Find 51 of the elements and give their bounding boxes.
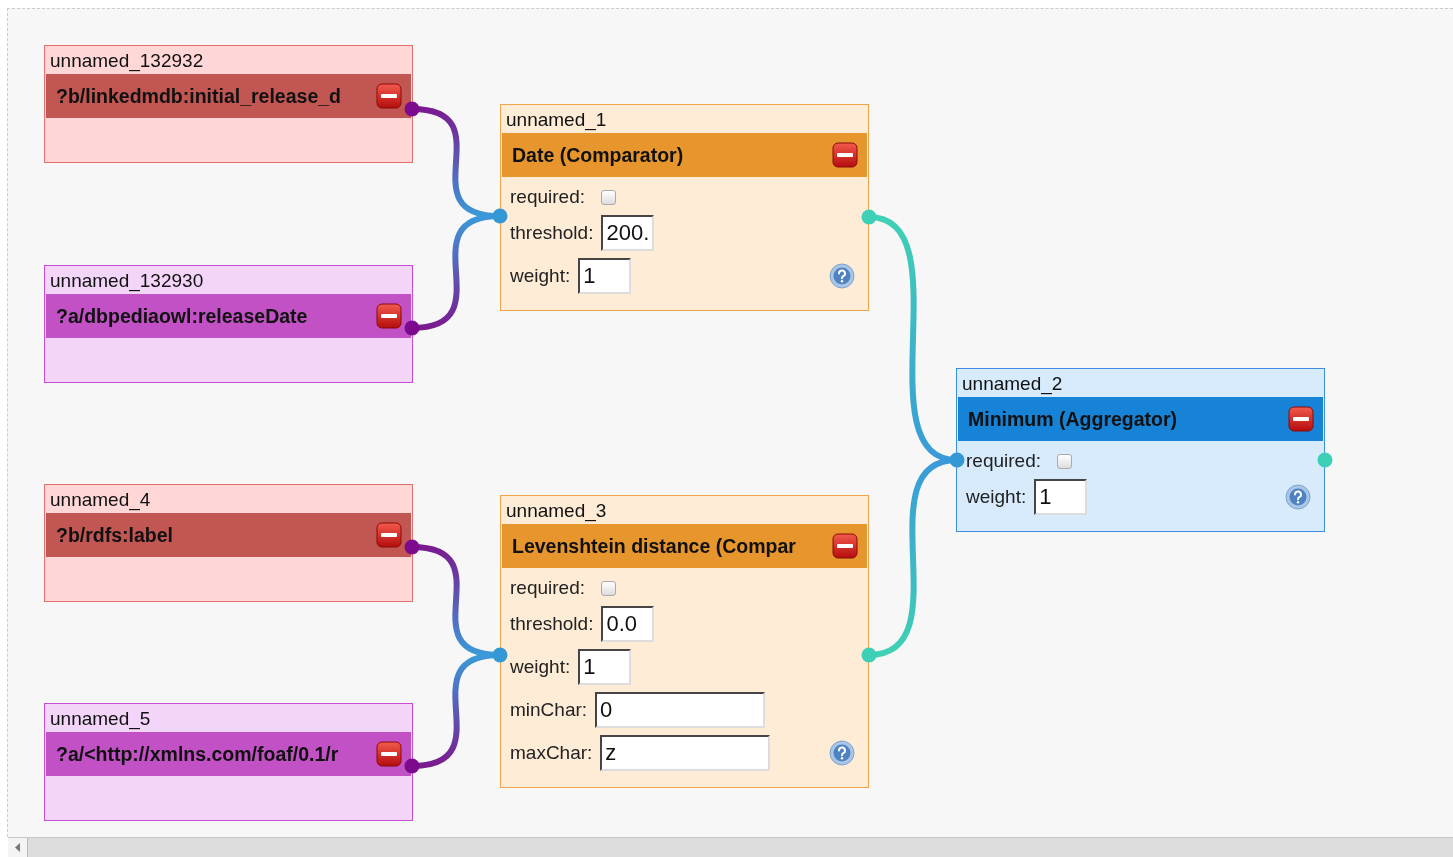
endpoint[interactable] [404, 101, 420, 117]
scroll-left-button[interactable] [8, 838, 28, 857]
operator-title: Date (Comparator) [512, 143, 685, 167]
param-label: weight: [510, 265, 571, 287]
help-icon[interactable] [1285, 484, 1311, 510]
node-label: unnamed_1 [505, 108, 608, 133]
node-label: unnamed_3 [505, 499, 608, 524]
remove-button[interactable] [376, 741, 402, 767]
param-label: maxChar: [510, 742, 593, 764]
param-label: threshold: [510, 613, 594, 635]
param-label: weight: [510, 656, 571, 678]
param-field[interactable]: 1 [578, 258, 632, 294]
required-checkbox[interactable] [601, 580, 616, 596]
remove-button[interactable] [376, 303, 402, 329]
node-label: unnamed_132932 [49, 49, 205, 74]
remove-button[interactable] [1288, 406, 1314, 432]
path-text: ?a/dbpediaowl:releaseDate [56, 304, 309, 328]
param-field[interactable]: 1 [578, 649, 632, 685]
required-checkbox[interactable] [1057, 453, 1072, 469]
remove-button[interactable] [376, 522, 402, 548]
endpoint[interactable] [404, 320, 420, 336]
required-checkbox[interactable] [601, 189, 616, 205]
path-text: ?b/linkedmdb:initial_release_d [56, 84, 342, 108]
remove-button[interactable] [832, 533, 858, 559]
node-label: unnamed_2 [961, 372, 1064, 397]
param-field[interactable]: z [600, 735, 771, 771]
param-label: required: [510, 577, 585, 599]
param-label: required: [510, 186, 585, 208]
path-text: ?b/rdfs:label [56, 523, 174, 547]
node-label: unnamed_132930 [49, 269, 205, 294]
remove-button[interactable] [832, 142, 858, 168]
param-label: minChar: [510, 699, 588, 721]
left-arrow-icon [14, 843, 21, 852]
horizontal-scrollbar[interactable] [8, 837, 1453, 857]
param-label: threshold: [510, 222, 594, 244]
param-label: required: [966, 450, 1041, 472]
operator-title: Levenshtein distance (Compar [512, 534, 797, 558]
help-icon[interactable] [829, 263, 855, 289]
param-field[interactable]: 0 [595, 692, 766, 728]
help-icon[interactable] [829, 740, 855, 766]
endpoint[interactable] [404, 758, 420, 774]
param-field[interactable]: 0.0 [601, 606, 655, 642]
node-label: unnamed_5 [49, 707, 152, 732]
node-label: unnamed_4 [49, 488, 152, 513]
param-field[interactable]: 200. [601, 215, 655, 251]
path-text: ?a/<http://xmlns.com/foaf/0.1/r [56, 742, 340, 766]
remove-button[interactable] [376, 83, 402, 109]
param-label: weight: [966, 486, 1027, 508]
operator-title: Minimum (Aggregator) [968, 407, 1179, 431]
endpoint[interactable] [404, 539, 420, 555]
param-field[interactable]: 1 [1034, 479, 1088, 515]
